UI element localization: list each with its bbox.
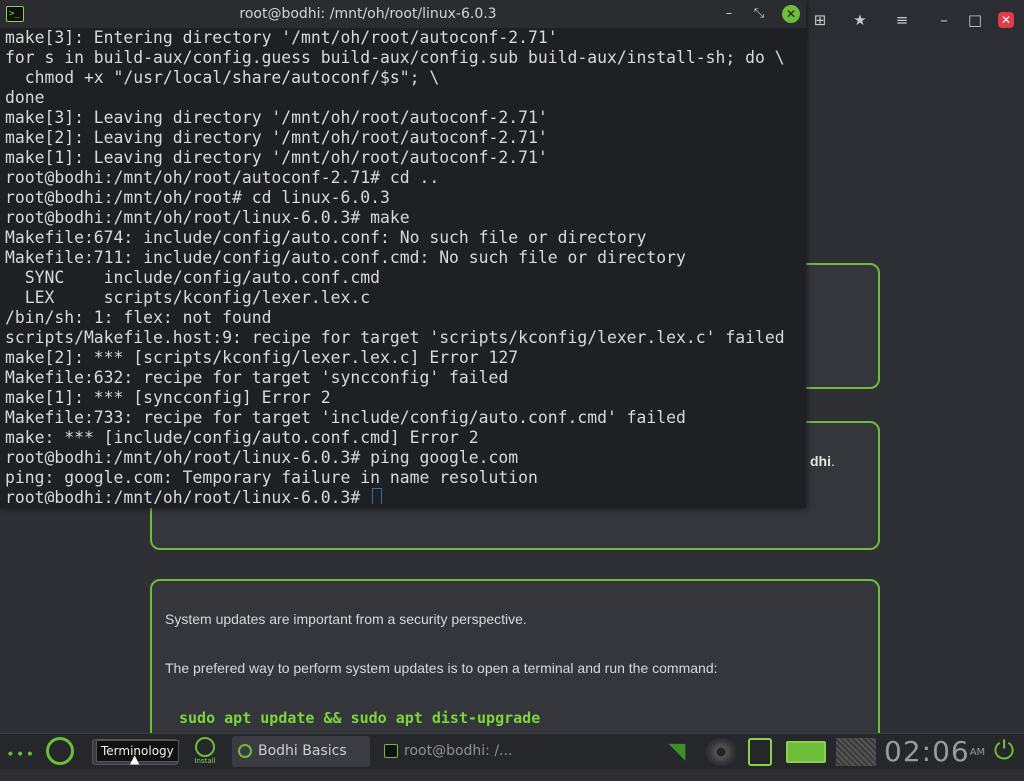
clipboard-icon[interactable] xyxy=(748,738,772,766)
close-button[interactable]: ✕ xyxy=(782,5,800,23)
battery-icon[interactable] xyxy=(786,741,826,763)
system-updates-card: System updates are important from a secu… xyxy=(150,579,880,753)
card-paragraph: The prefered way to perform system updat… xyxy=(165,660,718,676)
terminal-line: Makefile:733: recipe for target 'include… xyxy=(5,408,686,427)
mixer-icon[interactable] xyxy=(706,738,736,766)
terminal-line: /bin/sh: 1: flex: not found xyxy=(5,308,272,327)
terminal-line: scripts/Makefile.host:9: recipe for targ… xyxy=(5,328,785,347)
minimize-button[interactable]: – xyxy=(720,5,738,23)
terminal-line: make[2]: *** [scripts/kconfig/lexer.lex.… xyxy=(5,348,519,367)
wifi-icon[interactable]: ◥ xyxy=(660,738,694,766)
maximize-button[interactable]: ⤡ xyxy=(750,5,768,23)
bookmark-star-icon[interactable]: ★ xyxy=(850,10,870,30)
terminal-line: make[3]: Entering directory '/mnt/oh/roo… xyxy=(5,28,558,47)
terminal-line: ping: google.com: Temporary failure in n… xyxy=(5,468,538,487)
terminal-line: make: *** [include/config/auto.conf.cmd]… xyxy=(5,428,479,447)
bodhi-start-icon[interactable] xyxy=(46,737,74,765)
terminal-line: done xyxy=(5,88,45,107)
terminal-line: make[1]: Leaving directory '/mnt/oh/root… xyxy=(5,148,548,167)
window-title: root@bodhi: /mnt/oh/root/linux-6.0.3 xyxy=(239,6,497,22)
menu-icon[interactable]: ≡ xyxy=(892,10,912,30)
terminal-line: Makefile:711: include/config/auto.conf.c… xyxy=(5,248,686,267)
terminal-line: chmod +x "/usr/local/share/autoconf/$s";… xyxy=(5,68,440,87)
terminal-output[interactable]: make[3]: Entering directory '/mnt/oh/roo… xyxy=(5,28,801,504)
terminal-line: for s in build-aux/config.guess build-au… xyxy=(5,48,785,67)
card-paragraph: System updates are important from a secu… xyxy=(165,611,527,627)
terminal-line: root@bodhi:/mnt/oh/root/autoconf-2.71# c… xyxy=(5,168,440,187)
browser-toolbar: ⊞ ★ ≡ – □ ✕ xyxy=(800,0,1024,40)
bodhi-icon xyxy=(238,744,252,758)
terminal-line: SYNC include/config/auto.conf.cmd xyxy=(5,268,380,287)
terminal-line: make[3]: Leaving directory '/mnt/oh/root… xyxy=(5,108,548,127)
install-icon xyxy=(195,737,215,757)
pager-icon[interactable] xyxy=(836,738,876,766)
text-cursor xyxy=(372,488,383,504)
plus-icon[interactable]: ⊞ xyxy=(810,10,830,30)
terminal-titlebar[interactable]: >_ root@bodhi: /mnt/oh/root/linux-6.0.3 … xyxy=(0,0,806,28)
minimize-button[interactable]: – xyxy=(934,10,954,30)
terminal-line: root@bodhi:/mnt/oh/root/linux-6.0.3# pin… xyxy=(5,448,519,467)
terminal-line: make[2]: Leaving directory '/mnt/oh/root… xyxy=(5,128,548,147)
task-terminal[interactable]: root@bodhi: /... xyxy=(378,736,524,767)
close-button[interactable]: ✕ xyxy=(998,12,1014,28)
terminal-line: root@bodhi:/mnt/oh/root# cd linux-6.0.3 xyxy=(5,188,390,207)
clock[interactable]: 02:06AM xyxy=(884,734,985,769)
terminal-line: root@bodhi:/mnt/oh/root/linux-6.0.3# xyxy=(5,488,801,504)
terminal-line: Makefile:632: recipe for target 'synccon… xyxy=(5,368,509,387)
card-text-fragment: dhi. xyxy=(810,453,835,469)
task-label: Bodhi Basics xyxy=(258,743,347,759)
terminal-icon xyxy=(384,744,398,758)
terminal-window[interactable]: >_ root@bodhi: /mnt/oh/root/linux-6.0.3 … xyxy=(0,0,806,508)
power-icon[interactable]: ⏻ xyxy=(990,737,1018,765)
maximize-button[interactable]: □ xyxy=(965,10,985,30)
task-bodhi-basics[interactable]: Bodhi Basics xyxy=(232,736,370,767)
install-launcher[interactable]: Install xyxy=(192,737,218,767)
task-label: root@bodhi: /... xyxy=(404,743,513,759)
update-command: sudo apt update && sudo apt dist-upgrade xyxy=(179,709,541,727)
mouse-cursor-icon: ▲ xyxy=(130,752,140,766)
terminal-line: make[1]: *** [syncconfig] Error 2 xyxy=(5,388,331,407)
terminal-line: root@bodhi:/mnt/oh/root/linux-6.0.3# mak… xyxy=(5,208,410,227)
app-menu-dots[interactable]: ∙∙∙ xyxy=(6,746,35,781)
install-label: Install xyxy=(194,757,216,765)
terminal-line: LEX scripts/kconfig/lexer.lex.c xyxy=(5,288,371,307)
terminal-line: Makefile:674: include/config/auto.conf: … xyxy=(5,228,647,247)
